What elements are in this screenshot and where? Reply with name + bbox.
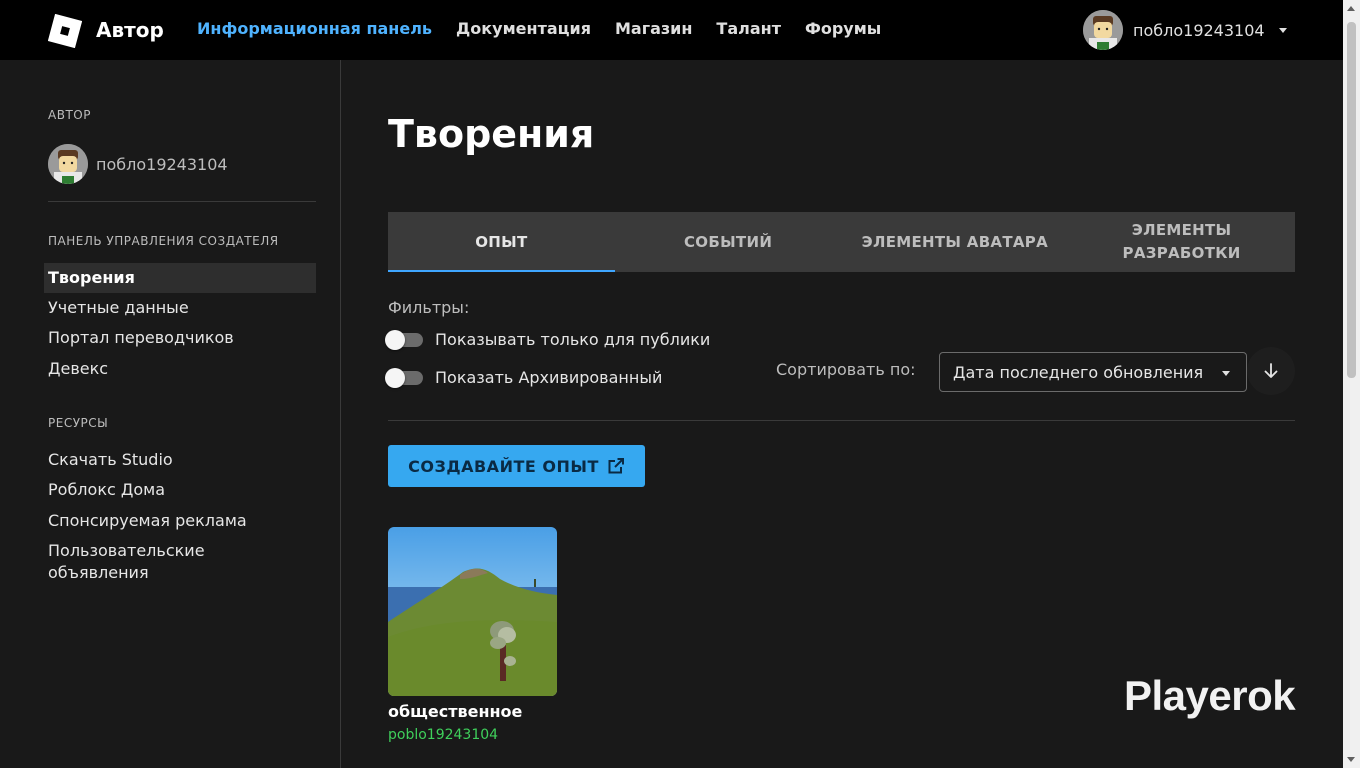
tab-development-items[interactable]: ЭЛЕМЕНТЫ РАЗРАБОТКИ xyxy=(1068,212,1295,272)
filter-archived-label: Показать Архивированный xyxy=(435,368,663,387)
experience-thumbnail[interactable] xyxy=(388,527,557,696)
chevron-down-icon xyxy=(1278,27,1287,33)
nav-links: Информационная панель Документация Магаз… xyxy=(197,19,881,38)
filter-public-only[interactable]: Показывать только для публики xyxy=(385,329,711,350)
sidebar-item-download-studio[interactable]: Скачать Studio xyxy=(44,445,316,475)
page-scrollbar[interactable] xyxy=(1343,0,1360,768)
sidebar-item-credentials[interactable]: Учетные данные xyxy=(44,293,316,323)
scroll-down-icon[interactable] xyxy=(1347,757,1355,762)
nav-forums[interactable]: Форумы xyxy=(805,19,881,38)
filter-archived[interactable]: Показать Архивированный xyxy=(385,367,663,388)
sort-direction-button[interactable] xyxy=(1247,347,1295,395)
filters-label: Фильтры: xyxy=(388,298,470,317)
sidebar-item-roblox-home[interactable]: Роблокс Дома xyxy=(44,475,316,505)
tab-experiences[interactable]: ОПЫТ xyxy=(388,212,615,272)
sort-select[interactable]: Дата последнего обновления xyxy=(939,352,1247,392)
sidebar-heading-dashboard: ПАНЕЛЬ УПРАВЛЕНИЯ СОЗДАТЕЛЯ xyxy=(48,234,279,248)
experience-card[interactable]: общественное poblo19243104 xyxy=(388,527,557,743)
experience-author[interactable]: poblo19243104 xyxy=(388,727,557,743)
sort-select-value: Дата последнего обновления xyxy=(953,362,1204,382)
sidebar-heading-author: АВТОР xyxy=(48,108,91,122)
avatar xyxy=(48,144,88,184)
chevron-down-icon xyxy=(1222,371,1230,376)
nav-store[interactable]: Магазин xyxy=(615,19,692,38)
roblox-logo-icon[interactable] xyxy=(48,14,82,48)
scroll-up-icon[interactable] xyxy=(1347,6,1355,11)
sort-label: Сортировать по: xyxy=(776,360,916,379)
page-title: Творения xyxy=(388,112,595,156)
sidebar-item-devex[interactable]: Девекс xyxy=(44,354,316,384)
user-menu[interactable]: побло19243104 xyxy=(1083,10,1287,50)
username: побло19243104 xyxy=(1133,20,1265,40)
toggle-switch[interactable] xyxy=(385,367,423,388)
experience-title[interactable]: общественное xyxy=(388,702,557,721)
filter-public-only-label: Показывать только для публики xyxy=(435,330,711,349)
external-link-icon xyxy=(608,458,624,474)
sidebar-user[interactable]: побло19243104 xyxy=(48,144,228,184)
watermark: Playerok xyxy=(1124,672,1296,719)
scroll-thumb[interactable] xyxy=(1347,22,1356,378)
arrow-down-icon xyxy=(1264,363,1278,378)
sidebar-item-creations[interactable]: Творения xyxy=(44,263,316,293)
create-experience-button[interactable]: СОЗДАВАЙТЕ ОПЫТ xyxy=(388,445,645,487)
brand-title[interactable]: Автор xyxy=(96,18,164,42)
nav-docs[interactable]: Документация xyxy=(456,19,591,38)
sidebar-item-user-ads[interactable]: Пользовательские объявления xyxy=(44,536,244,588)
sidebar-heading-resources: РЕСУРСЫ xyxy=(48,416,109,430)
sidebar-item-translator-portal[interactable]: Портал переводчиков xyxy=(44,323,316,353)
nav-dashboard[interactable]: Информационная панель xyxy=(197,19,432,38)
avatar xyxy=(1083,10,1123,50)
sidebar-divider xyxy=(48,201,316,202)
nav-talent[interactable]: Талант xyxy=(716,19,781,38)
toggle-switch[interactable] xyxy=(385,329,423,350)
content-divider xyxy=(388,420,1295,421)
sidebar-username: побло19243104 xyxy=(96,154,228,174)
top-navigation: Автор Информационная панель Документация… xyxy=(0,0,1343,60)
sidebar-item-sponsored-ads[interactable]: Спонсируемая реклама xyxy=(44,506,316,536)
create-experience-label: СОЗДАВАЙТЕ ОПЫТ xyxy=(408,456,599,476)
tab-avatar-items[interactable]: ЭЛЕМЕНТЫ АВАТАРА xyxy=(841,212,1068,272)
sidebar: АВТОР побло19243104 ПАНЕЛЬ УПРАВЛЕНИЯ СО… xyxy=(0,60,341,768)
tab-bar: ОПЫТ СОБЫТИЙ ЭЛЕМЕНТЫ АВАТАРА ЭЛЕМЕНТЫ Р… xyxy=(388,212,1295,272)
tab-events[interactable]: СОБЫТИЙ xyxy=(615,212,842,272)
